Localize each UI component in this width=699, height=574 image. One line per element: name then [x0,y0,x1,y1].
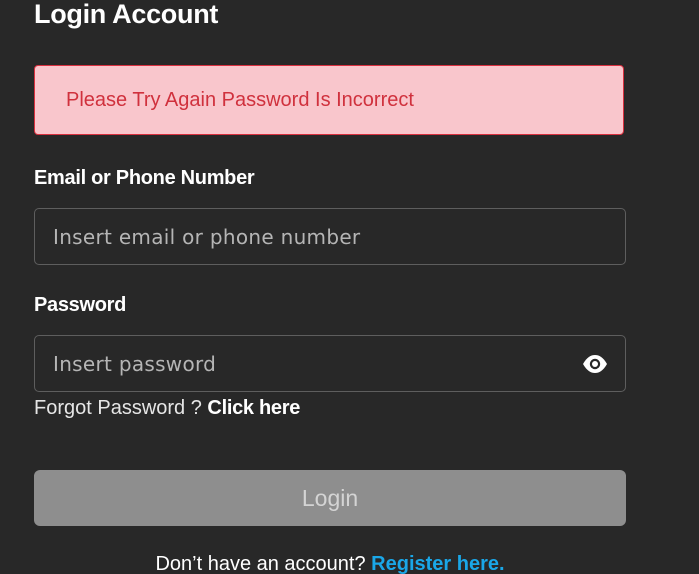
login-button[interactable]: Login [34,470,626,526]
register-link[interactable]: Register here. [371,553,504,574]
register-prompt: Don’t have an account? [155,553,372,574]
login-page: Login Account Please Try Again Password … [0,0,699,574]
forgot-password-row: Forgot Password ? Click here [34,397,300,420]
register-row: Don’t have an account? Register here. [0,553,660,574]
forgot-password-link[interactable]: Click here [207,397,300,419]
page-title: Login Account [34,0,219,29]
show-password-toggle[interactable] [581,350,609,378]
forgot-password-text: Forgot Password ? [34,397,208,419]
password-field-container [34,335,626,392]
email-field-container [34,208,626,265]
error-alert-message: Please Try Again Password Is Incorrect [66,88,414,111]
email-label: Email or Phone Number [34,167,255,189]
email-input[interactable] [35,208,625,265]
password-label: Password [34,294,127,316]
error-alert: Please Try Again Password Is Incorrect [34,65,624,135]
eye-icon [583,354,607,373]
password-input[interactable] [35,335,581,392]
